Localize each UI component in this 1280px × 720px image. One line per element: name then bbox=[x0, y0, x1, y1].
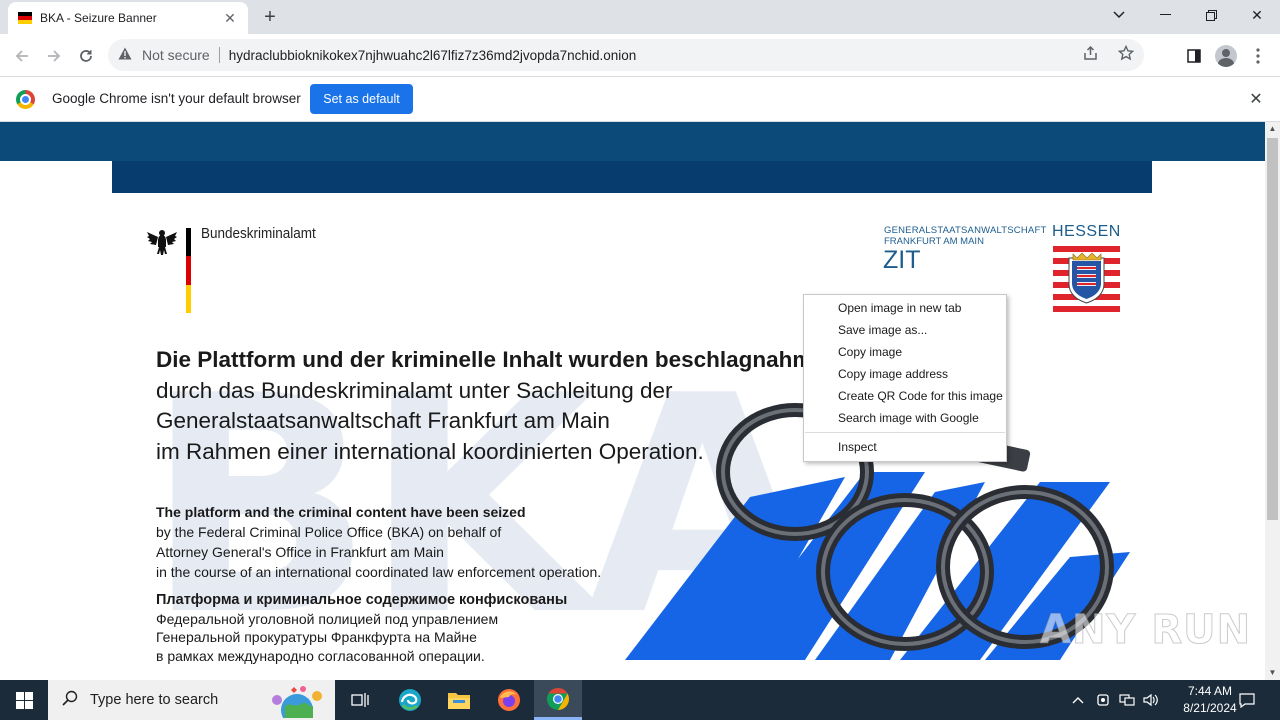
firefox-icon[interactable] bbox=[485, 680, 533, 720]
security-label[interactable]: Not secure bbox=[142, 47, 210, 63]
russian-line1: Федеральной уголовной полицией под управ… bbox=[156, 610, 499, 627]
german-line2: Generalstaatsanwaltschaft Frankfurt am M… bbox=[156, 408, 610, 433]
bookmark-star-icon[interactable] bbox=[1108, 44, 1144, 65]
close-window-button[interactable]: ✕ bbox=[1234, 0, 1280, 30]
tab-strip: BKA - Seizure Banner ✕ + ✕ bbox=[0, 0, 1280, 34]
windows-logo-icon bbox=[15, 691, 33, 709]
tab-close-icon[interactable]: ✕ bbox=[222, 10, 238, 27]
english-heading: The platform and the criminal content ha… bbox=[156, 504, 526, 520]
set-as-default-button[interactable]: Set as default bbox=[310, 84, 413, 114]
russian-line2: Генеральной прокуратуры Франкфурта на Ма… bbox=[156, 629, 477, 645]
network-icon[interactable] bbox=[1116, 680, 1138, 720]
avatar-icon bbox=[1215, 45, 1237, 67]
english-line1: by the Federal Criminal Police Office (B… bbox=[156, 524, 502, 540]
menu-copy-image-address[interactable]: Copy image address bbox=[804, 363, 1006, 385]
back-arrow-icon bbox=[15, 50, 28, 62]
chrome-logo-icon bbox=[16, 90, 35, 109]
edge-browser-icon[interactable] bbox=[386, 680, 434, 720]
page-viewport: BKA Bundeskriminalamt GENERALSTAATSANWAL… bbox=[0, 122, 1265, 680]
restore-button[interactable] bbox=[1188, 0, 1234, 30]
side-panel-icon[interactable] bbox=[1182, 44, 1206, 68]
infobar-close-icon[interactable]: ✕ bbox=[1246, 89, 1266, 109]
new-tab-button[interactable]: + bbox=[258, 5, 282, 29]
tab-title: BKA - Seizure Banner bbox=[40, 11, 157, 25]
device-tray-icon[interactable] bbox=[1093, 680, 1113, 720]
address-bar[interactable]: Not secure hydraclubbioknikokex7njhwuahc… bbox=[108, 39, 1144, 71]
russian-heading: Платформа и криминальное содержимое конф… bbox=[156, 592, 568, 608]
german-color-bar bbox=[186, 228, 191, 313]
menu-create-qr-code[interactable]: Create QR Code for this image bbox=[804, 385, 1006, 407]
federal-eagle-icon bbox=[147, 230, 177, 255]
omnibox-divider bbox=[218, 47, 220, 63]
english-line3: in the course of an international coordi… bbox=[156, 564, 602, 580]
german-line1: durch das Bundeskriminalamt unter Sachle… bbox=[156, 377, 673, 403]
infobar-message: Google Chrome isn't your default browser bbox=[52, 91, 301, 106]
scrollbar-thumb[interactable] bbox=[1267, 138, 1278, 520]
hessen-crest-icon bbox=[1053, 246, 1120, 312]
gsa-title-line1: GENERALSTAATSANWALTSCHAFT bbox=[884, 225, 1047, 236]
anyrun-watermark: ANY RUN bbox=[1039, 607, 1252, 654]
file-explorer-icon[interactable] bbox=[435, 680, 483, 720]
chrome-menu-icon[interactable] bbox=[1246, 44, 1270, 68]
english-notice: The platform and the criminal content ha… bbox=[156, 502, 601, 582]
task-view-icon[interactable] bbox=[336, 680, 384, 720]
minimize-button[interactable] bbox=[1142, 0, 1188, 30]
reload-button[interactable] bbox=[72, 42, 100, 70]
russian-line3: в рамках международно согласованной опер… bbox=[156, 647, 485, 664]
german-flag-favicon-icon bbox=[18, 12, 32, 24]
volume-icon[interactable] bbox=[1140, 680, 1162, 720]
menu-separator bbox=[805, 432, 1005, 433]
banner-bar bbox=[112, 161, 1152, 193]
tab-search-chevron-icon[interactable] bbox=[1096, 0, 1142, 30]
browser-toolbar: Not secure hydraclubbioknikokex7njhwuahc… bbox=[0, 34, 1280, 77]
start-button[interactable] bbox=[0, 680, 48, 720]
image-context-menu: Open image in new tab Save image as... C… bbox=[803, 294, 1007, 462]
default-browser-infobar: Google Chrome isn't your default browser… bbox=[0, 77, 1280, 122]
menu-inspect[interactable]: Inspect bbox=[804, 436, 1006, 458]
search-icon bbox=[62, 690, 78, 711]
chrome-taskbar-icon[interactable] bbox=[534, 680, 582, 720]
german-notice: Die Plattform und der kriminelle Inhalt … bbox=[156, 345, 820, 467]
menu-search-image-google[interactable]: Search image with Google bbox=[804, 407, 1006, 429]
hessen-label: HESSEN bbox=[1052, 223, 1121, 240]
page-top-band bbox=[0, 122, 1265, 161]
forward-button[interactable] bbox=[40, 42, 68, 70]
windows-taskbar: Type here to search 7:44 AM 8/21/2024 bbox=[0, 680, 1280, 720]
zit-label: ZIT bbox=[883, 246, 921, 274]
taskbar-search-box[interactable]: Type here to search bbox=[48, 680, 335, 720]
search-placeholder: Type here to search bbox=[90, 692, 219, 708]
scroll-up-arrow-icon[interactable]: ▲ bbox=[1265, 122, 1280, 136]
german-line3: im Rahmen einer international koordinier… bbox=[156, 438, 704, 464]
search-highlight-globe-icon bbox=[272, 686, 322, 718]
url-text[interactable]: hydraclubbioknikokex7njhwuahc2l67lfiz7z3… bbox=[229, 48, 637, 63]
bka-agency-name: Bundeskriminalamt bbox=[201, 225, 316, 242]
russian-notice: Платформа и криминальное содержимое конф… bbox=[156, 591, 567, 665]
menu-save-image-as[interactable]: Save image as... bbox=[804, 319, 1006, 341]
notification-center-icon[interactable] bbox=[1232, 680, 1262, 720]
menu-copy-image[interactable]: Copy image bbox=[804, 341, 1006, 363]
page-scrollbar[interactable]: ▲ ▼ bbox=[1265, 122, 1280, 680]
scroll-down-arrow-icon[interactable]: ▼ bbox=[1265, 666, 1280, 680]
forward-arrow-icon bbox=[48, 50, 61, 62]
profile-avatar[interactable] bbox=[1214, 44, 1238, 68]
english-line2: Attorney General's Office in Frankfurt a… bbox=[156, 544, 444, 560]
german-heading: Die Plattform und der kriminelle Inhalt … bbox=[156, 347, 820, 372]
tab-bka-seizure-banner[interactable]: BKA - Seizure Banner ✕ bbox=[8, 2, 248, 34]
show-hidden-icons-chevron[interactable] bbox=[1068, 680, 1088, 720]
back-button[interactable] bbox=[8, 42, 36, 70]
not-secure-warning-icon[interactable] bbox=[118, 47, 136, 63]
menu-open-image-new-tab[interactable]: Open image in new tab bbox=[804, 297, 1006, 319]
share-icon[interactable] bbox=[1072, 45, 1108, 65]
reload-icon bbox=[80, 50, 92, 62]
